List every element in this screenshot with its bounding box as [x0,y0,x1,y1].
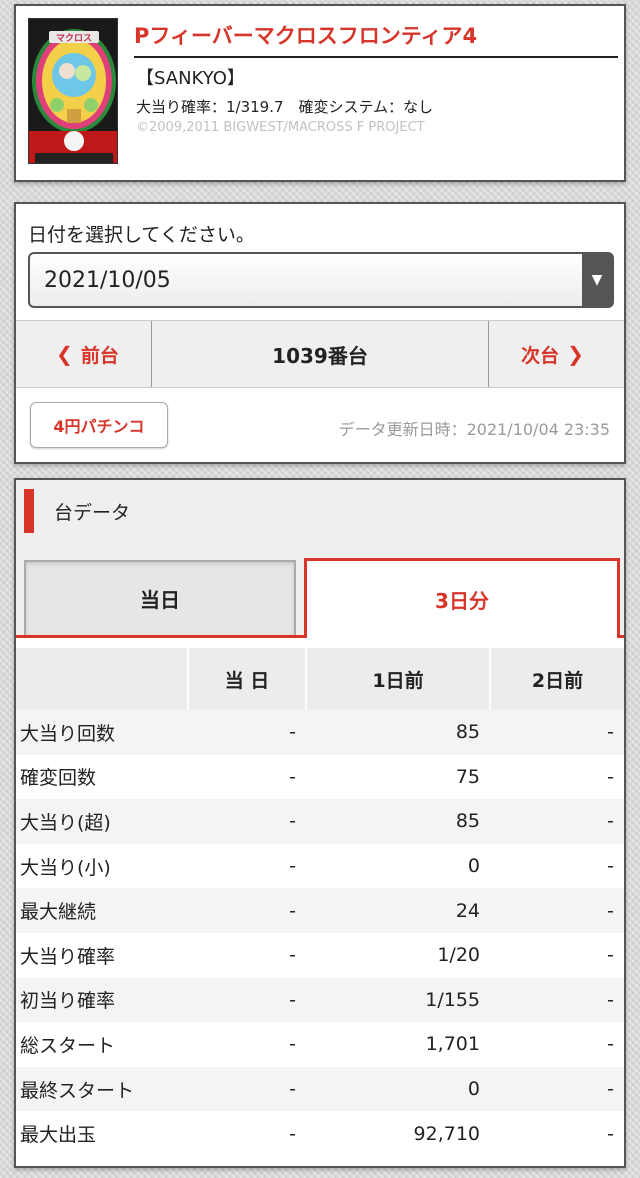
chevron-left-icon: ❮ [56,342,73,366]
cell-today: - [188,977,306,1023]
table-row: 確変回数 - 75 - [16,754,624,800]
cell-today: - [188,1066,306,1112]
cell-2-days-ago: - [490,888,624,933]
machine-title[interactable]: Pフィーバーマクロスフロンティア4 [134,20,618,58]
table-row: 最大継続 - 24 - [16,888,624,933]
row-label: 初当り確率 [16,977,188,1023]
header-empty [16,648,189,710]
cell-2-days-ago: - [490,977,624,1023]
data-tabs: 当日 3日分 [16,542,624,638]
row-label: 大当り(超) [16,799,188,844]
cell-1-day-ago: 24 [306,888,490,933]
row-label: 大当り確率 [16,932,188,978]
data-table: 当 日 1日前 2日前 大当り回数 - 85 - 確変回数 - 75 - 大当り… [16,648,624,1156]
machine-data-card: 台データ 当日 3日分 当 日 1日前 2日前 大当り回数 - 85 - 確変回… [14,478,626,1168]
cell-today: - [188,843,306,889]
header-1-day-ago: 1日前 [306,648,491,710]
machine-maker: 【SANKYO】 [136,68,245,89]
cell-today: - [188,932,306,978]
section-title: 台データ [54,501,131,524]
cell-1-day-ago: 1,701 [306,1022,490,1067]
dropdown-arrow-icon: ▼ [582,254,612,306]
tab-today[interactable]: 当日 [24,560,296,635]
copyright-text: ©2009,2011 BIGWEST/MACROSS F PROJECT [136,120,425,135]
next-machine-button[interactable]: 次台 ❯ [488,321,624,387]
cell-2-days-ago: - [490,754,624,800]
update-timestamp: データ更新日時：2021/10/04 23:35 [338,420,610,439]
row-label: 確変回数 [16,754,188,800]
table-row: 大当り(小) - 0 - [16,843,624,889]
machine-logo-text: マクロス [56,33,92,44]
cell-2-days-ago: - [490,1066,624,1112]
machine-thumbnail[interactable]: マクロス [28,18,118,164]
cell-1-day-ago: 0 [306,843,490,889]
cell-1-day-ago: 85 [306,710,490,755]
cell-1-day-ago: 0 [306,1066,490,1112]
machine-illustration: マクロス [29,19,117,163]
prev-machine-button[interactable]: ❮ 前台 [16,321,152,387]
cell-1-day-ago: 92,710 [306,1111,490,1156]
cell-2-days-ago: - [490,1022,624,1067]
row-label: 総スタート [16,1022,188,1067]
cell-2-days-ago: - [490,710,624,755]
table-row: 大当り(超) - 85 - [16,799,624,844]
date-select-value: 2021/10/05 [44,267,171,293]
section-accent-bar [24,489,34,533]
cell-2-days-ago: - [490,843,624,889]
cell-today: - [188,1022,306,1067]
cell-2-days-ago: - [490,1111,624,1156]
table-header-row: 当 日 1日前 2日前 [16,648,624,710]
date-select[interactable]: 2021/10/05 ▼ [28,252,614,308]
cell-1-day-ago: 1/155 [306,977,490,1023]
table-row: 最大出玉 - 92,710 - [16,1111,624,1156]
table-row: 初当り確率 - 1/155 - [16,977,624,1023]
cell-2-days-ago: - [490,799,624,844]
row-label: 最大出玉 [16,1111,188,1156]
row-label: 最大継続 [16,888,188,933]
prev-machine-label: 前台 [80,344,119,367]
cell-2-days-ago: - [490,932,624,978]
table-row: 大当り回数 - 85 - [16,710,624,755]
cell-1-day-ago: 75 [306,754,490,800]
table-row: 最終スタート - 0 - [16,1066,624,1112]
header-2-days-ago: 2日前 [490,648,624,710]
cell-1-day-ago: 1/20 [306,932,490,978]
row-label: 大当り(小) [16,843,188,889]
machine-navigation: ❮ 前台 1039番台 次台 ❯ [16,320,624,388]
current-machine-number: 1039番台 [272,343,368,368]
row-label: 最終スタート [16,1066,188,1112]
table-row: 総スタート - 1,701 - [16,1022,624,1067]
next-machine-label: 次台 [521,344,560,367]
machine-info-card: マクロス Pフィーバーマクロスフロンティア4 【SANKYO】 大当り確率：1/… [14,4,626,182]
date-navigation-card: 日付を選択してください。 2021/10/05 ▼ ❮ 前台 1039番台 次台… [14,202,626,464]
cell-today: - [188,710,306,755]
cell-today: - [188,888,306,933]
machine-spec: 大当り確率：1/319.7 確変システム：なし [136,98,434,116]
chevron-right-icon: ❯ [567,342,584,366]
tab-three-days[interactable]: 3日分 [304,558,620,638]
cell-1-day-ago: 85 [306,799,490,844]
cell-today: - [188,799,306,844]
cell-today: - [188,754,306,800]
table-row: 大当り確率 - 1/20 - [16,932,624,978]
row-label: 大当り回数 [16,710,188,755]
header-today: 当 日 [188,648,307,710]
cell-today: - [188,1111,306,1156]
date-label: 日付を選択してください。 [28,224,255,246]
section-header: 台データ [16,480,624,542]
rate-badge[interactable]: 4円パチンコ [30,402,168,448]
